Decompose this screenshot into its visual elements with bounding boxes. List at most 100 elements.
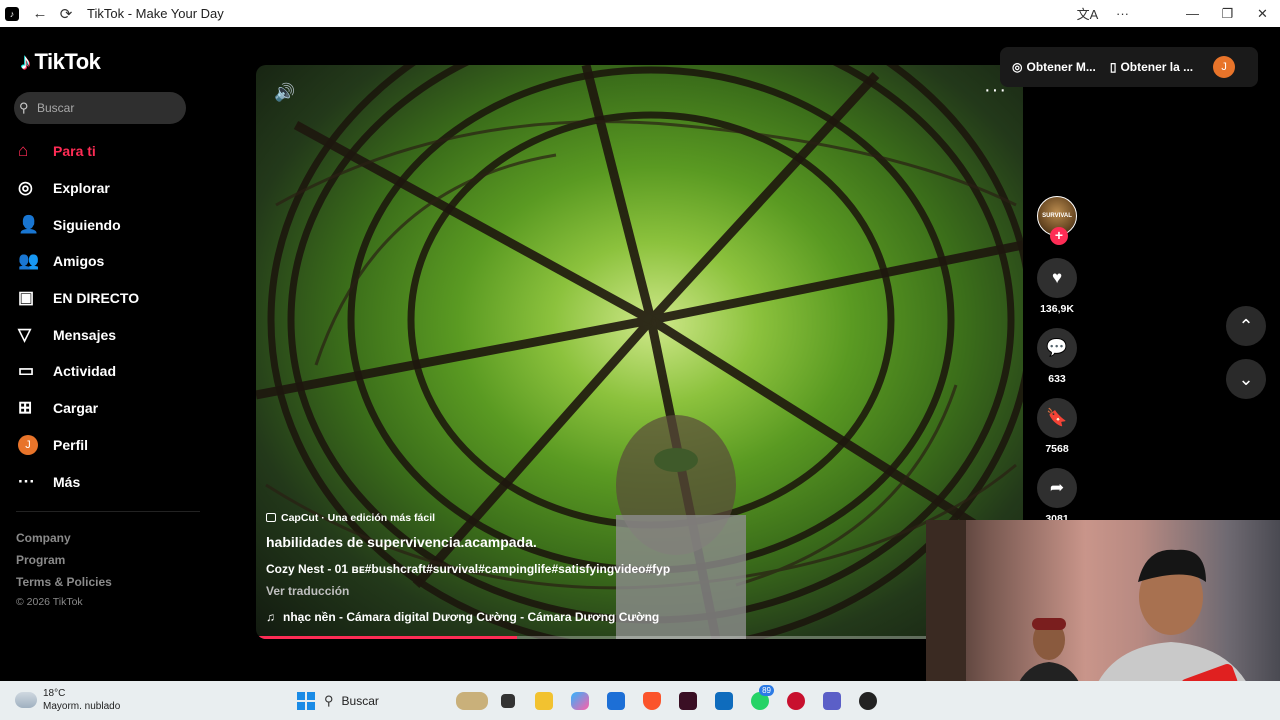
sidebar-item-perfil[interactable]: J Perfil [18,427,139,464]
sidebar-item-actividad[interactable]: ▭ Actividad [18,353,139,390]
tiktok-logo[interactable]: ♪ TikTok [20,49,101,75]
weather-temp: 18°C [43,688,66,699]
teams-icon[interactable] [814,681,850,720]
brave-icon[interactable] [634,681,670,720]
sidebar-item-para-ti[interactable]: ⌂ Para ti [18,133,139,170]
get-app-label: Obtener la ... [1120,60,1194,74]
sidebar-item-label: Para ti [53,143,96,160]
sidebar-item-label: Actividad [53,363,117,380]
like-button[interactable]: ♥ [1037,258,1077,298]
get-app-button[interactable]: ▯ Obtener la ... [1110,60,1193,74]
creator-avatar[interactable]: SURVIVAL + [1037,196,1077,245]
back-icon[interactable]: ← [27,5,53,22]
app-icon[interactable] [670,681,706,720]
sidebar-item-siguiendo[interactable]: 👤 Siguiendo [18,206,139,243]
opera-icon[interactable] [778,681,814,720]
compass-icon: ◎ [18,178,33,198]
video-progress-bar[interactable] [256,636,1023,639]
feed-navigation: ⌃ ⌄ [1226,306,1266,412]
sidebar: ♪ TikTok ⚲ Buscar ⌂ Para ti ◎ Explorar 👤 Sigu… [0,27,210,681]
comment-icon: 💬 [1046,338,1068,357]
obs-icon[interactable] [850,681,886,720]
sidebar-item-cargar[interactable]: ⊞ Cargar [18,390,139,427]
comment-count: 633 [1048,373,1066,385]
chevron-down-icon: ⌄ [1238,368,1254,389]
follow-plus-icon[interactable]: + [1050,227,1068,245]
music-label: nhạc nền - Cámara digital Dương Cường - … [283,609,660,624]
sidebar-menu: ⌂ Para ti ◎ Explorar 👤 Siguiendo 👥 Amigos ▣ EN DI… [18,133,139,500]
sidebar-item-mensajes[interactable]: ▽ Mensajes [18,316,139,353]
store-icon[interactable] [598,681,634,720]
sidebar-divider [16,511,200,512]
capcut-tag[interactable]: CapCut · Una edición más fácil [266,512,435,524]
following-icon: 👤 [18,214,40,234]
footer-link-program[interactable]: Program [16,549,112,571]
footer-link-company[interactable]: Company [16,527,112,549]
video-progress-fill [256,636,517,639]
logo-text: TikTok [34,49,101,74]
volume-icon[interactable]: 🔊 [274,83,295,103]
widget-icon[interactable] [454,681,490,720]
copilot-icon[interactable] [562,681,598,720]
creator-avatar-text: SURVIVAL [1042,213,1072,219]
coin-icon: ◎ [1012,60,1023,74]
friends-icon: 👥 [18,251,40,271]
capcut-icon [266,513,276,522]
bookmark-icon: 🔖 [1046,408,1068,427]
user-avatar[interactable]: J [1213,56,1236,78]
sidebar-item-label: Cargar [53,400,99,417]
see-translation-link[interactable]: Ver traducción [266,584,946,598]
get-coins-button[interactable]: ◎ Obtener M... [1012,60,1096,74]
search-placeholder: Buscar [37,101,75,115]
outlook-icon[interactable] [706,681,742,720]
video-title: habilidades de supervivencia.acampada. [266,533,537,550]
share-icon: ➦ [1049,478,1065,497]
translate-icon[interactable]: 文A [1070,4,1105,23]
file-explorer-icon[interactable] [526,681,562,720]
music-info[interactable]: ♫ nhạc nền - Cámara digital Dương Cường … [266,610,946,624]
sidebar-item-en-directo[interactable]: ▣ EN DIRECTO [18,280,139,317]
weather-widget[interactable]: 18°C Mayorm. nublado [15,687,120,713]
video-player[interactable]: 🔊 ··· CapCut · Una edición más fácil hab… [256,65,1023,639]
page-title: TikTok - Make Your Day [87,6,224,21]
windows-start-icon[interactable] [288,681,324,720]
search-icon: ⚲ [19,100,29,115]
browser-titlebar: ♪ ← ⟳ TikTok - Make Your Day 文A ··· — ❐ … [0,0,1280,27]
previous-video-button[interactable]: ⌃ [1226,306,1266,346]
sidebar-item-label: Perfil [53,436,89,453]
live-icon: ▣ [18,288,35,308]
profile-avatar: J [18,434,53,455]
top-action-bar: ◎ Obtener M... ▯ Obtener la ... J [1000,47,1258,87]
upload-icon: ⊞ [18,398,33,418]
search-input[interactable]: ⚲ Buscar [14,92,186,124]
taskbar-search-label: Buscar [341,693,379,708]
copyright: © 2026 TikTok [16,596,83,608]
chevron-up-icon: ⌃ [1238,315,1254,336]
save-button[interactable]: 🔖 [1037,398,1077,438]
video-hashtags[interactable]: Cozy Nest - 01 ʙᴇ#bushcraft#survival#cam… [266,562,946,576]
taskbar-search[interactable]: ⚲ Buscar [324,687,450,715]
reload-icon[interactable]: ⟳ [53,5,79,23]
cloud-icon [15,692,37,708]
whatsapp-badge: 89 [759,685,774,696]
like-count: 136,9K [1040,303,1074,315]
home-icon: ⌂ [18,141,29,161]
comment-button[interactable]: 💬 [1037,328,1077,368]
maximize-icon[interactable]: ❐ [1210,6,1245,22]
whatsapp-icon[interactable]: 89 [742,681,778,720]
sidebar-item-label: Más [53,473,81,490]
video-actions: SURVIVAL + ♥ 136,9K 💬 633 🔖 7568 ➦ 3081 [1036,196,1078,526]
footer-link-terms[interactable]: Terms & Policies [16,571,112,593]
close-icon[interactable]: ✕ [1245,6,1280,22]
browser-more-icon[interactable]: ··· [1105,6,1140,21]
task-view-icon[interactable] [490,681,526,720]
sidebar-item-explorar[interactable]: ◎ Explorar [18,170,139,207]
music-note-icon: ♫ [266,609,275,624]
weather-condition: Mayorm. nublado [43,701,121,712]
sidebar-item-más[interactable]: ··· Más [18,463,139,500]
next-video-button[interactable]: ⌄ [1226,359,1266,399]
sidebar-item-amigos[interactable]: 👥 Amigos [18,243,139,280]
share-button[interactable]: ➦ [1037,468,1077,508]
more-icon: ··· [18,471,35,491]
minimize-icon[interactable]: — [1175,6,1210,21]
